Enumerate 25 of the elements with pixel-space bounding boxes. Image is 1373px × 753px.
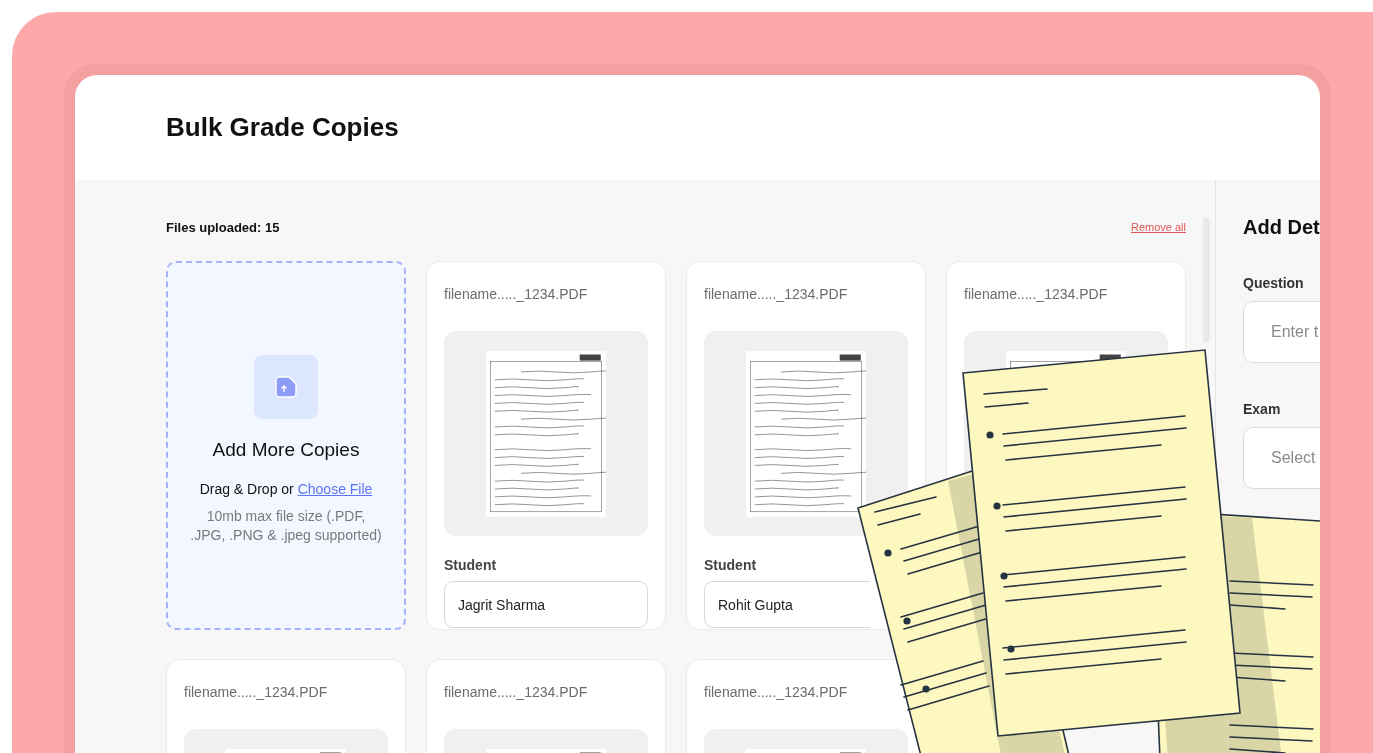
- file-name: filename....._1234.PDF: [444, 285, 589, 303]
- file-upload-icon: [275, 375, 297, 398]
- file-name: filename....._1234.PDF: [444, 683, 589, 701]
- file-size-hint: 10mb max file size (.PDF, .JPG, .PNG & .jpeg supported): [189, 506, 383, 545]
- file-name: filename....._1234.PDF: [704, 683, 849, 701]
- upload-button[interactable]: [254, 354, 318, 419]
- field-label: Exam: [1243, 401, 1282, 417]
- student-field[interactable]: Jagrit Sharma: [444, 581, 648, 628]
- student-label: Student: [704, 557, 758, 573]
- page-title: Bulk Grade Copies: [166, 112, 399, 143]
- file-name: filename....._1234.PDF: [184, 683, 329, 701]
- choose-file-link[interactable]: Choose File: [297, 480, 373, 497]
- drag-drop-text: Drag & Drop or: [199, 480, 294, 497]
- files-count: Files uploaded: 15: [166, 219, 280, 235]
- student-field[interactable]: Rohit Gupta: [704, 581, 870, 628]
- file-name: filename....._1234.PDF: [964, 285, 1109, 303]
- input-field[interactable]: Select: [1243, 427, 1320, 489]
- input-field[interactable]: Enter t: [1243, 301, 1320, 363]
- student-label: Student: [444, 557, 498, 573]
- file-name: filename....._1234.PDF: [704, 285, 849, 303]
- upload-dropzone[interactable]: Add More Copies Drag & Drop or Choose File 10mb max file size (.PDF, .JPG, .PNG & .jpeg supported): [166, 261, 406, 630]
- upload-title: Add More Copies: [212, 438, 360, 461]
- panel-title: Add Det: [1243, 216, 1320, 239]
- field-label: Question: [1243, 275, 1305, 291]
- remove-all-link[interactable]: Remove all: [1130, 221, 1186, 233]
